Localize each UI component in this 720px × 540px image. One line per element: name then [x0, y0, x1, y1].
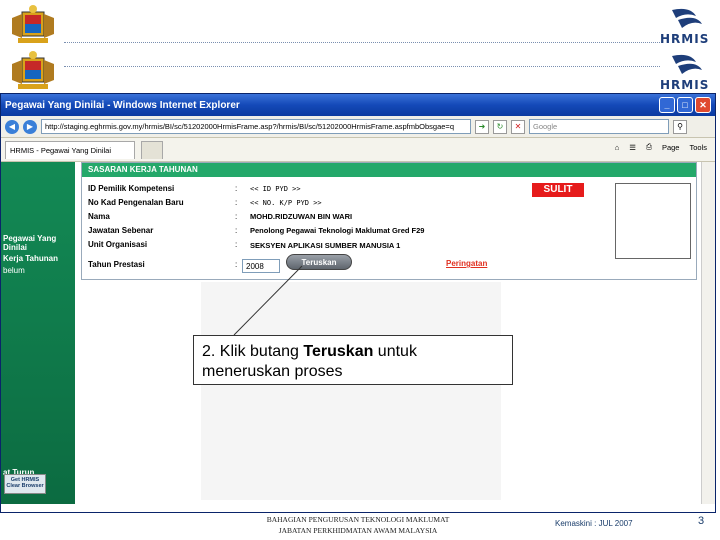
- field-value: << ID PYD >>: [250, 185, 301, 193]
- field-label: No Kad Pengenalan Baru: [88, 198, 184, 207]
- nav-item[interactable]: Pegawai Yang Dinilai: [3, 234, 75, 252]
- callout-text: meneruskan proses: [202, 363, 343, 380]
- get-hrmis-button[interactable]: Get HRMIS Clear Browser: [4, 474, 46, 494]
- colon: :: [235, 260, 238, 269]
- teruskan-button[interactable]: Teruskan: [286, 254, 352, 270]
- nav-item[interactable]: belum: [3, 266, 25, 275]
- tools-menu[interactable]: Tools: [689, 143, 707, 152]
- hrmis-logo-text: HRMIS: [660, 78, 710, 92]
- peringatan-link[interactable]: Peringatan: [446, 259, 487, 268]
- field-value: MOHD.RIDZUWAN BIN WARI: [250, 212, 353, 221]
- field-label: Nama: [88, 212, 110, 221]
- field-value: Penolong Pegawai Teknologi Maklumat Gred…: [250, 226, 425, 235]
- footer-line: JABATAN PERKHIDMATAN AWAM MALAYSIA: [278, 526, 438, 535]
- content-area: [201, 282, 501, 500]
- callout-text: 2. Klik butang: [202, 343, 304, 360]
- instruction-callout: 2. Klik butang Teruskan untuk meneruskan…: [193, 335, 513, 385]
- stop-icon[interactable]: ✕: [511, 119, 525, 134]
- go-icon[interactable]: ➜: [475, 119, 489, 134]
- classification-badge: SULIT: [532, 183, 584, 197]
- address-input[interactable]: http://staging.eghrmis.gov.my/hrmis/BI/s…: [41, 119, 471, 134]
- callout-text: untuk: [373, 343, 417, 360]
- browser-title-bar[interactable]: Pegawai Yang Dinilai - Windows Internet …: [1, 94, 715, 116]
- page-number: 3: [698, 515, 705, 527]
- browser-window: Pegawai Yang Dinilai - Windows Internet …: [0, 93, 716, 513]
- colon: :: [235, 198, 238, 207]
- slide-footer: BAHAGIAN PENGURUSAN TEKNOLOGI MAKLUMAT J…: [0, 513, 720, 540]
- field-value: SEKSYEN APLIKASI SUMBER MANUSIA 1: [250, 241, 401, 250]
- colon: :: [235, 226, 238, 235]
- hrmis-logo: HRMIS: [656, 52, 718, 92]
- maximize-button[interactable]: □: [677, 97, 693, 113]
- tab-hrmis[interactable]: HRMIS - Pegawai Yang Dinilai: [5, 140, 135, 159]
- address-bar-row: ◀ ▶ http://staging.eghrmis.gov.my/hrmis/…: [1, 116, 715, 138]
- hrmis-logo: HRMIS: [656, 6, 718, 46]
- callout-bold-text: Teruskan: [303, 343, 374, 360]
- field-value: << NO. K/P PYD >>: [250, 199, 322, 207]
- year-input[interactable]: 2008: [242, 259, 280, 273]
- footer-org: BAHAGIAN PENGURUSAN TEKNOLOGI MAKLUMAT J…: [220, 514, 496, 536]
- header-divider: [64, 42, 660, 43]
- hrmis-logo-text: HRMIS: [660, 32, 710, 46]
- page-menu[interactable]: Page: [662, 143, 680, 152]
- colon: :: [235, 184, 238, 193]
- command-bar: ⌂ ☰ ⎙ Page Tools: [615, 142, 707, 152]
- back-icon[interactable]: ◀: [5, 119, 19, 134]
- form-header: SASARAN KERJA TAHUNAN: [82, 163, 696, 177]
- notes-box: [615, 183, 691, 259]
- get-hrmis-sublabel: Clear Browser: [6, 483, 44, 489]
- slide: HRMIS HRMIS Pegawai Yang Dinilai - Windo…: [0, 0, 720, 540]
- close-button[interactable]: ✕: [695, 97, 711, 113]
- feeds-icon[interactable]: ☰: [629, 143, 636, 152]
- field-label: Tahun Prestasi: [88, 260, 145, 269]
- left-nav: Pegawai Yang Dinilai Kerja Tahunan belum…: [1, 162, 75, 504]
- browser-title: Pegawai Yang Dinilai - Windows Internet …: [5, 99, 240, 111]
- field-label: ID Pemilik Kompetensi: [88, 184, 175, 193]
- new-tab-button[interactable]: [141, 140, 163, 159]
- form-panel: SASARAN KERJA TAHUNAN ID Pemilik Kompete…: [81, 162, 697, 280]
- malaysia-crest-icon: [8, 4, 58, 48]
- field-label: Unit Organisasi: [88, 240, 148, 249]
- footer-date-value: JUL 2007: [598, 519, 633, 528]
- footer-date-prefix: Kemaskini :: [555, 519, 597, 528]
- malaysia-crest-icon: [8, 50, 58, 94]
- footer-date: Kemaskini : JUL 2007: [555, 519, 633, 528]
- tab-row: HRMIS - Pegawai Yang Dinilai ⌂ ☰ ⎙ Page …: [1, 138, 715, 162]
- field-label: Jawatan Sebenar: [88, 226, 154, 235]
- refresh-icon[interactable]: ↻: [493, 119, 507, 134]
- nav-item[interactable]: Kerja Tahunan: [3, 254, 58, 263]
- search-input[interactable]: Google: [529, 119, 669, 134]
- colon: :: [235, 240, 238, 249]
- scrollbar[interactable]: [701, 162, 715, 504]
- print-icon[interactable]: ⎙: [646, 142, 652, 152]
- home-icon[interactable]: ⌂: [615, 143, 620, 152]
- forward-icon[interactable]: ▶: [23, 119, 37, 134]
- search-icon[interactable]: ⚲: [673, 119, 687, 134]
- header-divider: [64, 66, 660, 67]
- minimize-button[interactable]: _: [659, 97, 675, 113]
- footer-line: BAHAGIAN PENGURUSAN TEKNOLOGI MAKLUMAT: [266, 515, 450, 524]
- colon: :: [235, 212, 238, 221]
